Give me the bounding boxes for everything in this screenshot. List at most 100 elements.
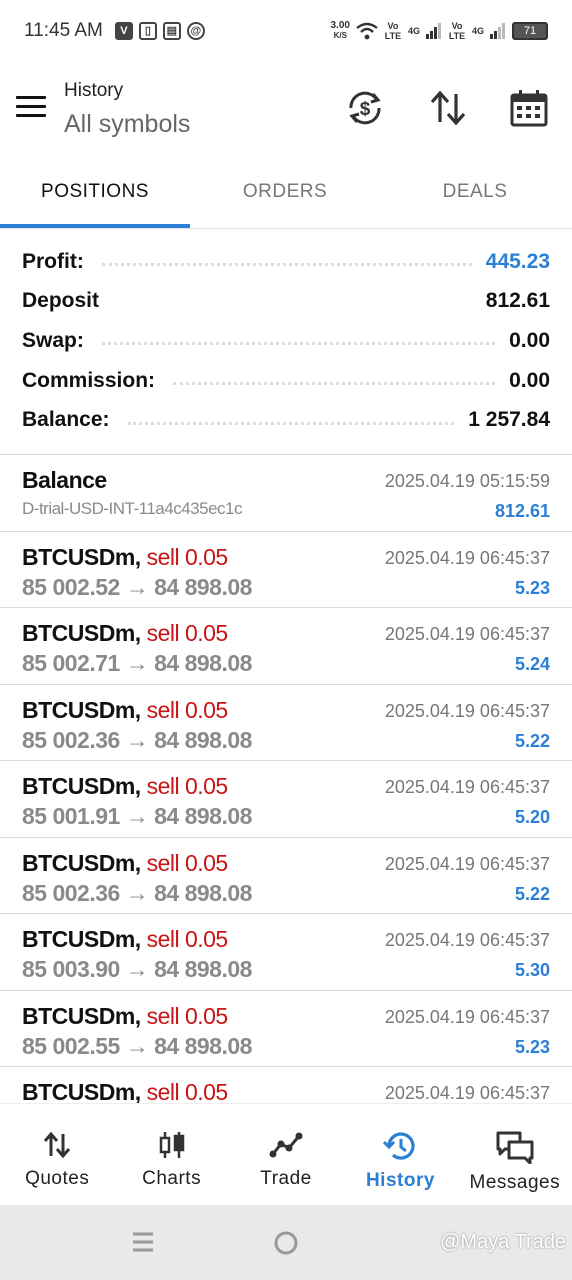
recent-apps-icon[interactable] <box>130 1229 156 1255</box>
position-prices: 85 002.52 → 84 898.08 <box>22 574 252 601</box>
position-time: 2025.04.19 06:45:37 <box>384 700 550 721</box>
sort-icon[interactable] <box>428 88 468 128</box>
signal-icon <box>425 23 441 39</box>
close-price: 84 898.08 <box>154 726 252 753</box>
summary-row-swap: Swap: 0.00 <box>22 321 550 361</box>
position-row[interactable]: BTCUSDm, sell 0.05 85 003.90 → 84 898.08 2… <box>0 914 572 991</box>
status-right: 3.00 K/S Vo LTE 4G Vo LTE 4G 71 <box>330 20 548 41</box>
history-list[interactable]: Balance D-trial-USD-INT-11a4c435ec1c 202… <box>0 455 572 1103</box>
open-price: 85 002.71 <box>22 650 120 676</box>
nav-label: Quotes <box>25 1168 90 1189</box>
position-symbol: BTCUSDm, <box>22 696 141 723</box>
menu-icon[interactable] <box>16 96 46 118</box>
summary-value: 445.23 <box>485 249 550 273</box>
summary-label: Profit: <box>22 249 84 273</box>
close-price: 84 898.08 <box>154 956 252 982</box>
tab-orders[interactable]: ORDERS <box>190 160 380 230</box>
position-side: sell 0.05 <box>146 1079 229 1103</box>
position-title: BTCUSDm, sell 0.05 <box>22 1003 228 1030</box>
nav-messages[interactable]: Messages <box>458 1104 572 1205</box>
summary-value: 0.00 <box>509 328 550 352</box>
position-symbol: BTCUSDm, <box>22 926 141 952</box>
charts-icon <box>159 1132 184 1158</box>
nav-charts[interactable]: Charts <box>114 1104 228 1205</box>
open-price: 85 002.36 <box>22 879 120 906</box>
position-row[interactable]: BTCUSDm, sell 0.05 2025.04.19 06:45:37 <box>0 1067 572 1103</box>
sim2-label: Vo LTE <box>448 21 466 41</box>
position-profit: 5.20 <box>514 807 550 827</box>
position-profit: 5.22 <box>514 730 550 751</box>
app-bar: History All symbols $ <box>0 62 572 154</box>
position-title: BTCUSDm, sell 0.05 <box>22 620 228 647</box>
notification-threads-icon: @ <box>186 22 205 40</box>
position-side: sell 0.05 <box>146 926 229 952</box>
symbol-filter[interactable]: All symbols <box>64 110 190 139</box>
page-title: History <box>64 80 124 101</box>
position-side: sell 0.05 <box>146 620 229 646</box>
summary-label: Deposit <box>22 289 100 313</box>
close-price: 84 898.08 <box>154 650 252 676</box>
balance-entry[interactable]: Balance D-trial-USD-INT-11a4c435ec1c 202… <box>0 455 572 532</box>
position-row[interactable]: BTCUSDm, sell 0.05 85 002.71 → 84 898.08 2… <box>0 608 572 685</box>
nav-trade[interactable]: Trade <box>229 1104 343 1205</box>
nav-label: Trade <box>260 1168 312 1189</box>
position-title: BTCUSDm, sell 0.05 <box>22 773 228 800</box>
position-symbol: BTCUSDm, <box>22 773 141 799</box>
position-profit: 5.23 <box>514 577 550 598</box>
wifi-icon <box>356 22 378 40</box>
summary-panel: Profit: 445.23 Deposit 812.61 Swap: 0.00… <box>22 242 550 440</box>
position-side: sell 0.05 <box>146 849 229 876</box>
price-arrow-icon: → <box>125 879 149 906</box>
bottom-nav: Quotes Charts Trade History Messages <box>0 1103 572 1205</box>
position-title: BTCUSDm, sell 0.05 <box>22 697 228 724</box>
position-profit: 5.24 <box>514 654 550 674</box>
close-price: 84 898.08 <box>154 1032 252 1059</box>
position-title: BTCUSDm, sell 0.05 <box>22 850 228 877</box>
nav-history[interactable]: History <box>343 1104 457 1205</box>
sim2-gen: 4G <box>471 26 484 36</box>
position-side: sell 0.05 <box>146 696 229 723</box>
sync-dollar-icon[interactable]: $ <box>345 88 385 128</box>
position-time: 2025.04.19 06:45:37 <box>384 930 550 950</box>
position-row[interactable]: BTCUSDm, sell 0.05 85 002.36 → 84 898.08 2… <box>0 685 572 761</box>
notification-app-icon: V <box>114 22 133 40</box>
sim1-label: Vo LTE <box>384 21 402 41</box>
position-time: 2025.04.19 06:45:37 <box>384 1083 550 1103</box>
position-profit: 5.23 <box>514 1036 550 1057</box>
entry-title: Balance <box>22 467 107 493</box>
calendar-icon[interactable] <box>509 88 549 128</box>
position-row[interactable]: BTCUSDm, sell 0.05 85 002.52 → 84 898.08 2… <box>0 532 572 608</box>
position-row[interactable]: BTCUSDm, sell 0.05 85 002.55 → 84 898.08 2… <box>0 991 572 1067</box>
summary-value: 1 257.84 <box>468 408 550 432</box>
position-title: BTCUSDm, sell 0.05 <box>22 544 228 571</box>
nav-label: Charts <box>142 1168 202 1189</box>
position-prices: 85 002.71 → 84 898.08 <box>22 650 252 677</box>
nav-label: History <box>365 1170 435 1191</box>
price-arrow-icon: → <box>125 726 149 753</box>
open-price: 85 003.90 <box>22 956 120 982</box>
position-symbol: BTCUSDm, <box>22 620 141 646</box>
position-row[interactable]: BTCUSDm, sell 0.05 85 002.36 → 84 898.08 2… <box>0 838 572 914</box>
tab-divider <box>0 228 572 229</box>
tab-positions[interactable]: POSITIONS <box>0 160 190 230</box>
svg-text:$: $ <box>360 99 371 120</box>
messages-icon <box>496 1131 534 1164</box>
home-icon[interactable] <box>272 1229 300 1257</box>
tab-deals[interactable]: DEALS <box>380 160 570 230</box>
price-arrow-icon: → <box>125 803 149 829</box>
nav-label: Messages <box>469 1172 561 1193</box>
nav-quotes[interactable]: Quotes <box>0 1104 114 1205</box>
position-symbol: BTCUSDm, <box>22 849 141 876</box>
status-bar: 11:45 AM V ▯ ▤ @ 3.00 K/S Vo LTE 4G Vo L… <box>0 0 572 62</box>
dot-leader <box>173 382 496 386</box>
position-time: 2025.04.19 06:45:37 <box>384 777 550 797</box>
entry-time: 2025.04.19 05:15:59 <box>384 471 550 491</box>
system-nav-bar: @Maya Trade <box>0 1205 572 1280</box>
position-profit: 5.30 <box>514 960 550 980</box>
position-prices: 85 001.91 → 84 898.08 <box>22 803 252 830</box>
battery-icon: 71 <box>512 22 548 40</box>
position-row[interactable]: BTCUSDm, sell 0.05 85 001.91 → 84 898.08 2… <box>0 761 572 838</box>
net-speed: 3.00 K/S <box>330 20 350 41</box>
close-price: 84 898.08 <box>154 803 252 829</box>
close-price: 84 898.08 <box>154 879 252 906</box>
